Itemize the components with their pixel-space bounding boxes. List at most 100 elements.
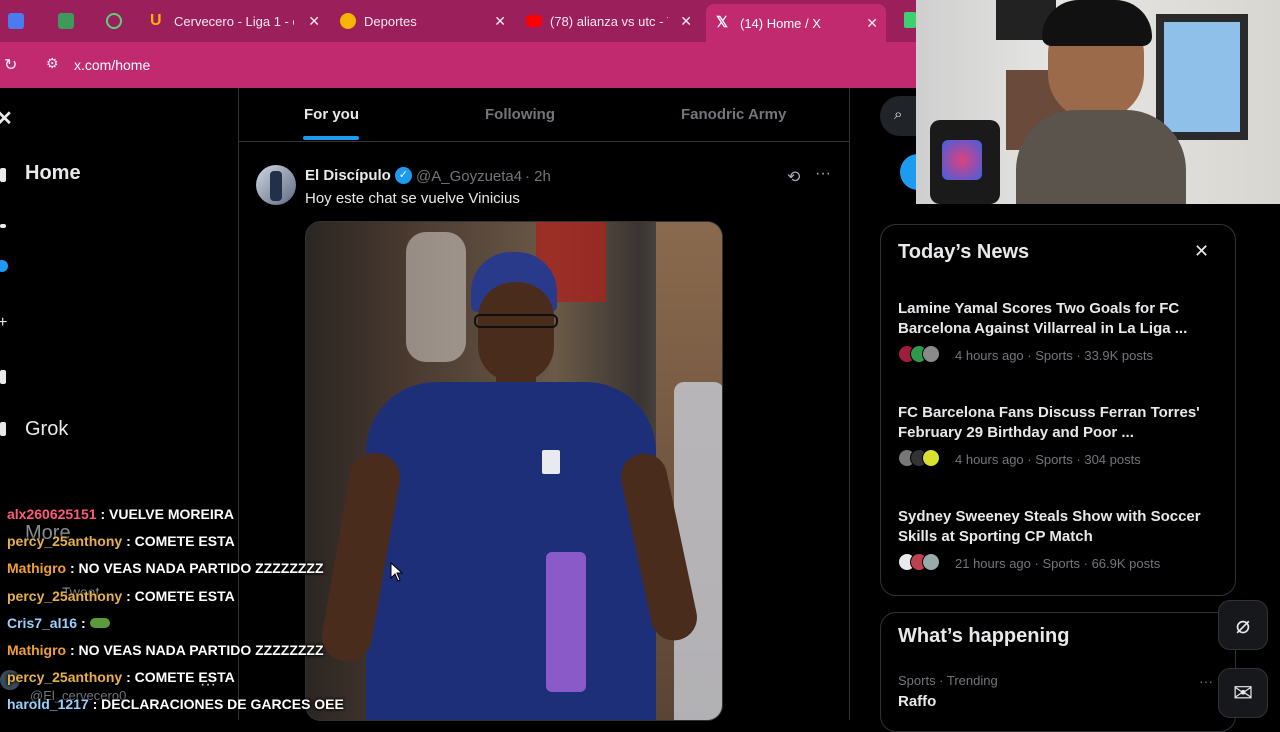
chat-message: harold_1217 : DECLARACIONES DE GARCES OE… — [7, 696, 344, 712]
grok-button[interactable]: ⌀ — [1218, 600, 1268, 650]
tab-label: (14) Home / X — [740, 15, 821, 31]
x-logo-icon[interactable]: ✕ — [0, 106, 13, 131]
news-meta: 4 hours ago · Sports · 33.9K posts — [955, 348, 1153, 363]
tab-for-you[interactable]: For you — [304, 106, 359, 123]
chat-message: Mathigro : NO VEAS NADA PARTIDO ZZZZZZZZ — [7, 560, 324, 576]
news-item[interactable]: Sydney Sweeney Steals Show with Soccer S… — [881, 495, 1235, 591]
tab-fanodric-army[interactable]: Fanodric Army — [681, 106, 786, 123]
stream-chat: alx260625151 : VUELVE MOREIRA percy_25an… — [0, 500, 360, 720]
tab-docs[interactable] — [8, 6, 38, 36]
chat-message: Cris7_al16 : — [7, 615, 110, 631]
tab-label: Deportes — [364, 13, 417, 29]
chat-text: : VUELVE MOREIRA — [100, 506, 234, 522]
chat-text: : NO VEAS NADA PARTIDO ZZZZZZZZ — [70, 560, 324, 576]
more-options-icon[interactable]: ··· — [1199, 673, 1213, 689]
chat-user: percy_25anthony — [7, 533, 123, 549]
bookmarks-icon — [0, 370, 6, 384]
tab-partial-icon[interactable] — [904, 12, 916, 28]
post-image[interactable] — [305, 221, 723, 721]
chat-message: percy_25anthony : COMETE ESTA — [7, 669, 235, 685]
whatsapp-icon — [106, 13, 122, 29]
trend-topic[interactable]: Raffo — [898, 693, 936, 710]
reload-icon[interactable]: ↻ — [4, 55, 17, 75]
site-settings-icon[interactable]: ⚙ — [46, 55, 59, 72]
avatar[interactable] — [256, 165, 296, 205]
post-text: Hoy este chat se vuelve Vinicius — [305, 190, 520, 207]
chat-user: alx260625151 — [7, 506, 97, 522]
url-field[interactable]: x.com/home — [74, 57, 150, 73]
news-title: Sydney Sweeney Steals Show with Soccer S… — [898, 508, 1201, 545]
emote-icon — [89, 618, 110, 628]
chat-message: percy_25anthony : COMETE ESTA — [7, 533, 235, 549]
notifications-badge-icon — [0, 260, 8, 272]
news-item[interactable]: FC Barcelona Fans Discuss Ferran Torres'… — [881, 391, 1235, 487]
nav-grok[interactable]: Grok — [25, 418, 68, 441]
home-icon — [0, 168, 6, 182]
todays-news-panel: Today’s News ✕ Lamine Yamal Scores Two G… — [880, 224, 1236, 596]
messages-button[interactable]: ✉ — [1218, 668, 1268, 718]
sports-icon — [340, 13, 356, 29]
close-tab-icon[interactable]: ✕ — [494, 13, 506, 30]
chat-user: percy_25anthony — [7, 669, 123, 685]
chat-message: alx260625151 : VUELVE MOREIRA — [7, 506, 234, 522]
post-handle[interactable]: @A_Goyzueta4 — [416, 168, 522, 185]
chat-user: Mathigro — [7, 560, 67, 576]
x-logo-icon: 𝕏 — [716, 14, 729, 31]
tab-whatsapp[interactable] — [106, 6, 136, 36]
news-title: Lamine Yamal Scores Two Goals for FC Bar… — [898, 300, 1188, 337]
post-author[interactable]: El Discípulo — [305, 167, 391, 184]
close-tab-icon[interactable]: ✕ — [680, 13, 692, 30]
chat-text: : COMETE ESTA — [126, 669, 235, 685]
tab-x-home[interactable]: 𝕏 (14) Home / X ✕ — [706, 4, 886, 42]
grok-analyze-icon[interactable]: ⟲ — [787, 167, 800, 187]
chat-user: harold_1217 — [7, 696, 89, 712]
avatar — [922, 345, 940, 363]
news-heading: Today’s News — [898, 241, 1030, 263]
close-tab-icon[interactable]: ✕ — [866, 15, 878, 32]
chat-message: percy_25anthony : COMETE ESTA — [7, 588, 235, 604]
chat-user: Mathigro — [7, 642, 67, 658]
search-icon: ⌕ — [894, 106, 903, 123]
feed-tabs: For you Following Fanodric Army — [239, 88, 849, 142]
chat-text: : — [80, 615, 86, 631]
extension-icon — [58, 13, 74, 29]
chat-text: : NO VEAS NADA PARTIDO ZZZZZZZZ — [70, 642, 324, 658]
mouse-cursor-icon — [390, 562, 404, 582]
post-time[interactable]: · 2h — [525, 168, 551, 185]
active-tab-indicator — [303, 136, 359, 140]
youtube-icon — [526, 15, 542, 27]
tab-deportes[interactable]: Deportes ✕ — [340, 6, 506, 36]
avatar — [922, 553, 940, 571]
mail-icon: ✉ — [1232, 679, 1254, 707]
u-brand-icon: U — [150, 12, 162, 29]
address-bar-row: ↻ ⚙ x.com/home — [0, 42, 920, 88]
chat-user: Cris7_al16 — [7, 615, 78, 631]
avatar — [922, 449, 940, 467]
tab-label: Cervecero - Liga 1 - c — [174, 13, 294, 29]
close-icon[interactable]: ✕ — [1194, 241, 1209, 262]
chat-text: : COMETE ESTA — [126, 588, 235, 604]
tab-extension[interactable] — [58, 6, 88, 36]
close-tab-icon[interactable]: ✕ — [308, 13, 320, 30]
nav-home[interactable]: Home — [25, 162, 81, 185]
chat-text: : COMETE ESTA — [126, 533, 235, 549]
tab-following[interactable]: Following — [485, 106, 555, 123]
webcam-overlay — [916, 0, 1280, 204]
tab-label: (78) alianza vs utc - Y — [550, 13, 668, 29]
happening-heading: What’s happening — [898, 625, 1070, 647]
explore-icon — [0, 224, 6, 228]
chat-message: Mathigro : NO VEAS NADA PARTIDO ZZZZZZZZ — [7, 642, 324, 658]
more-options-icon[interactable]: ··· — [815, 165, 831, 183]
tab-cervecero[interactable]: U Cervecero - Liga 1 - c ✕ — [150, 6, 320, 36]
chat-text: : DECLARACIONES DE GARCES OEE — [92, 696, 344, 712]
news-item[interactable]: Lamine Yamal Scores Two Goals for FC Bar… — [881, 287, 1235, 383]
grok-icon — [0, 422, 6, 436]
grok-icon: ⌀ — [1235, 611, 1251, 639]
verified-icon: ✓ — [395, 167, 412, 184]
whats-happening-panel: What’s happening Sports · Trending Raffo… — [880, 612, 1236, 732]
news-meta: 4 hours ago · Sports · 304 posts — [955, 452, 1141, 467]
messages-icon: + — [0, 314, 8, 331]
news-meta: 21 hours ago · Sports · 66.9K posts — [955, 556, 1161, 571]
tab-youtube[interactable]: (78) alianza vs utc - Y ✕ — [526, 6, 692, 36]
trend-category: Sports · Trending — [898, 673, 998, 688]
